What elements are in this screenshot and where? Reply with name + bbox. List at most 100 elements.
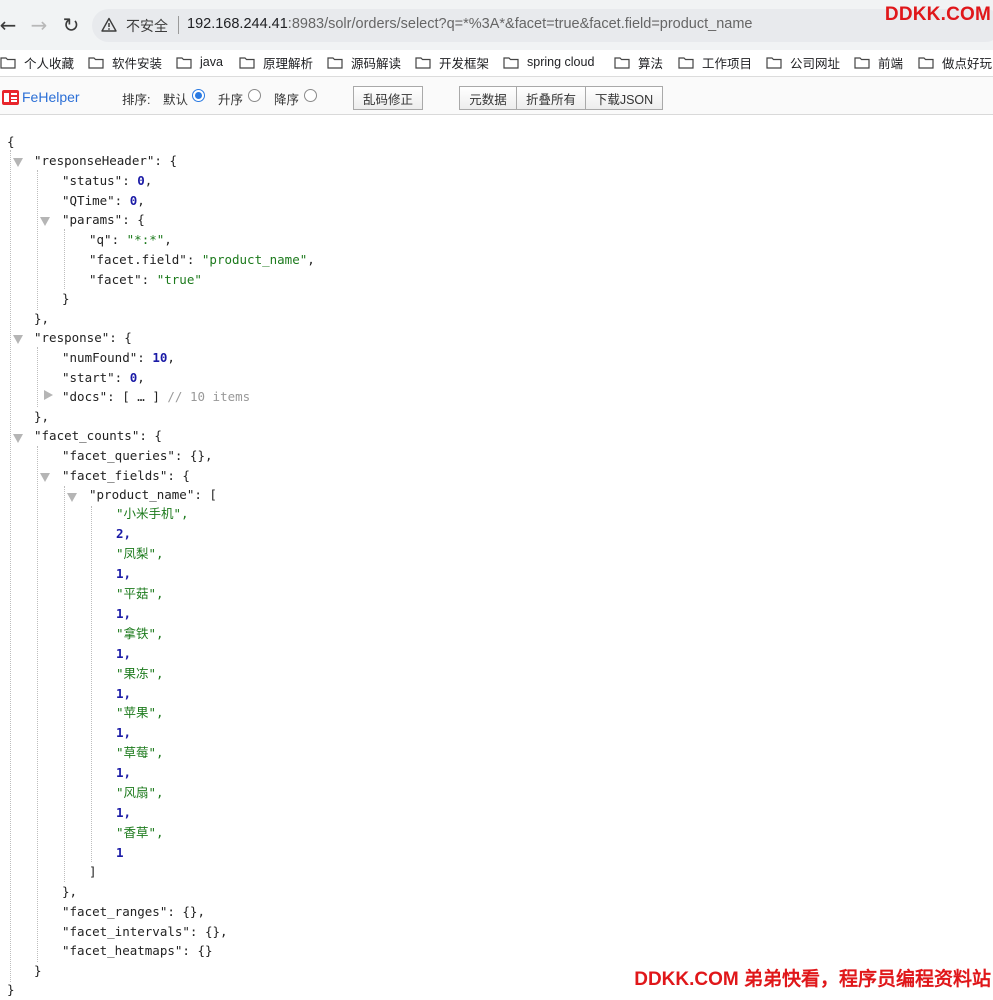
folder-icon: [327, 56, 343, 69]
collapse-all-button[interactable]: 折叠所有: [516, 86, 586, 110]
reload-icon[interactable]: ↻: [59, 13, 83, 37]
bookmark-folder[interactable]: spring cloud: [503, 52, 594, 72]
bookmark-folder[interactable]: 开发框架: [415, 52, 489, 72]
sort-desc-radio[interactable]: [304, 89, 317, 102]
indent-guide: [10, 150, 11, 982]
bookmark-label: 工作项目: [702, 56, 753, 71]
download-json-button[interactable]: 下载JSON: [585, 86, 663, 110]
json-key: "facet.field":: [89, 252, 202, 267]
bookmark-label: 个人收藏: [24, 56, 75, 71]
folder-icon: [854, 56, 870, 69]
facet-name: "拿铁",: [116, 626, 164, 641]
collapse-toggle-icon[interactable]: [40, 217, 50, 226]
bookmark-folder[interactable]: 做点好玩的: [918, 52, 993, 72]
forward-arrow-icon[interactable]: →: [27, 13, 51, 37]
facet-count: 2,: [116, 526, 132, 541]
json-key: "q":: [89, 232, 127, 247]
bookmark-folder[interactable]: 个人收藏: [0, 52, 74, 72]
collapse-toggle-icon[interactable]: [13, 158, 23, 167]
json-number: 0: [137, 173, 145, 188]
json-key-line: "facet_counts": {: [34, 428, 162, 443]
bookmarks-bar: 个人收藏 软件安装 java 原理解析 源码解读 开发框架 spring clo…: [0, 50, 993, 76]
facet-count: 1,: [116, 686, 132, 701]
json-key: "QTime":: [62, 193, 130, 208]
json-collapsed-array[interactable]: [ … ]: [122, 389, 160, 404]
facet-count: 1,: [116, 646, 132, 661]
json-comment: // 10 items: [159, 389, 251, 404]
bookmark-folder[interactable]: 软件安装: [88, 52, 162, 72]
json-key-line: "facet_queries": {},: [62, 448, 213, 463]
bookmark-folder[interactable]: 前端: [854, 52, 903, 72]
folder-icon: [918, 56, 934, 69]
json-line: ]: [89, 864, 97, 879]
json-string: "product_name": [201, 252, 308, 267]
fehelper-title[interactable]: FeHelper: [22, 89, 80, 105]
json-punct: ,: [137, 193, 145, 208]
json-key: "docs":: [62, 389, 123, 404]
folder-icon: [766, 56, 782, 69]
fix-encoding-button[interactable]: 乱码修正: [353, 86, 423, 110]
insecure-label[interactable]: 不安全: [126, 16, 168, 36]
json-key-line: "facet_ranges": {},: [62, 904, 205, 919]
back-arrow-icon[interactable]: ←: [0, 13, 20, 37]
bookmark-folder[interactable]: 公司网址: [766, 52, 840, 72]
indent-guide: [91, 506, 92, 862]
bookmark-folder[interactable]: 源码解读: [327, 52, 401, 72]
sort-asc-radio[interactable]: [248, 89, 261, 102]
json-key-line: "response": {: [34, 330, 132, 345]
bookmark-label: spring cloud: [527, 55, 595, 69]
sort-default-label: 默认: [163, 93, 189, 107]
json-line: },: [34, 311, 50, 326]
sort-asc-label: 升序: [218, 93, 244, 107]
folder-icon: [614, 56, 630, 69]
bookmark-label: 做点好玩的: [942, 56, 993, 71]
json-key-line: "responseHeader": {: [34, 153, 177, 168]
json-line: }: [34, 963, 42, 978]
bookmark-label: 开发框架: [439, 56, 490, 71]
folder-icon: [176, 56, 192, 69]
facet-count: 1,: [116, 725, 132, 740]
footer-watermark: DDKK.COM 弟弟快看，程序员编程资料站: [634, 969, 991, 990]
json-line: },: [62, 884, 78, 899]
facet-name: "小米手机",: [116, 506, 189, 521]
facet-count: 1,: [116, 606, 132, 621]
json-punct: ,: [137, 370, 145, 385]
indent-guide: [37, 170, 38, 310]
warning-icon[interactable]: [101, 17, 117, 33]
address-divider: [178, 16, 179, 34]
json-key-line: "facet_heatmaps": {}: [62, 943, 213, 958]
collapse-toggle-icon[interactable]: [67, 493, 77, 502]
bookmark-label: java: [200, 55, 223, 69]
json-line: "docs": [ … ] // 10 items: [62, 387, 250, 407]
bookmark-folder[interactable]: 工作项目: [678, 52, 752, 72]
json-key: "status":: [62, 173, 138, 188]
facet-name: "平菇",: [116, 586, 164, 601]
bookmark-label: 前端: [878, 56, 904, 71]
json-line: }: [62, 291, 70, 306]
bookmark-label: 原理解析: [263, 56, 314, 71]
metadata-button[interactable]: 元数据: [459, 86, 517, 110]
sort-default-radio[interactable]: [192, 89, 205, 102]
json-punct: ,: [164, 232, 172, 247]
json-line: {: [7, 134, 15, 149]
json-key-line: "facet_fields": {: [62, 468, 190, 483]
url-path: :8983/solr/orders/select?q=*%3A*&facet=t…: [287, 16, 753, 32]
folder-icon: [88, 56, 104, 69]
bookmark-folder[interactable]: 原理解析: [239, 52, 313, 72]
folder-icon: [239, 56, 255, 69]
fehelper-logo-icon: [2, 90, 19, 105]
json-key: "start":: [62, 370, 130, 385]
indent-guide: [37, 446, 38, 962]
json-line: },: [34, 409, 50, 424]
facet-count: 1,: [116, 566, 132, 581]
expand-toggle-icon[interactable]: [44, 390, 53, 400]
json-line: "q": "*:*",: [89, 230, 172, 250]
url-host: 192.168.244.41: [187, 16, 288, 32]
collapse-toggle-icon[interactable]: [40, 473, 50, 482]
bookmark-folder[interactable]: 算法: [614, 52, 663, 72]
bookmark-folder[interactable]: java: [176, 52, 223, 72]
url-text[interactable]: 192.168.244.41:8983/solr/orders/select?q…: [187, 16, 752, 32]
collapse-toggle-icon[interactable]: [13, 335, 23, 344]
bookmark-label: 源码解读: [351, 56, 402, 71]
collapse-toggle-icon[interactable]: [13, 434, 23, 443]
